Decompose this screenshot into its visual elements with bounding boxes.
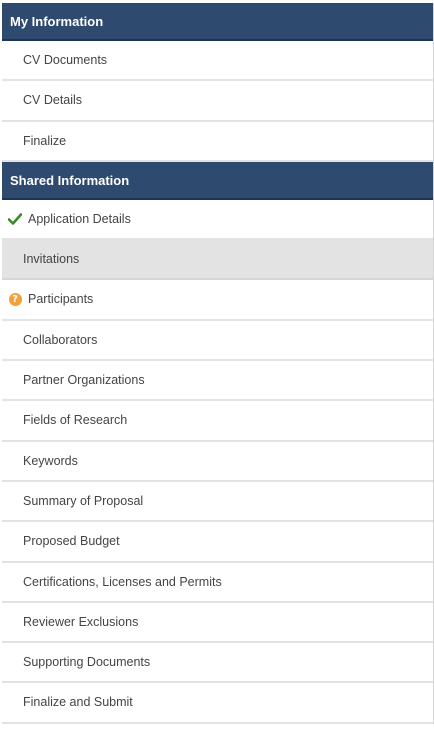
- nav-item-label: Reviewer Exclusions: [23, 614, 139, 629]
- nav-item-label: Keywords: [23, 453, 78, 468]
- nav-item-application-details[interactable]: Application Details: [2, 199, 433, 241]
- nav-item-cv-documents[interactable]: CV Documents: [2, 41, 433, 82]
- nav-item-keywords[interactable]: Keywords: [2, 441, 433, 482]
- nav-item-label: Supporting Documents: [23, 655, 151, 670]
- nav-item-label: Summary of Proposal: [23, 493, 144, 508]
- nav-item-finalize-and-submit[interactable]: Finalize and Submit: [2, 683, 433, 724]
- section-header-shared-information: Shared Information: [2, 161, 433, 200]
- nav-item-supporting-documents[interactable]: Supporting Documents: [2, 643, 433, 684]
- nav-item-label: Participants: [28, 292, 94, 307]
- nav-item-partner-organizations[interactable]: Partner Organizations: [2, 361, 433, 402]
- nav-item-reviewer-exclusions[interactable]: Reviewer Exclusions: [2, 602, 433, 644]
- nav-item-label: Invitations: [23, 252, 80, 267]
- check-icon: [7, 200, 23, 238]
- nav-item-proposed-budget[interactable]: Proposed Budget: [2, 522, 433, 563]
- nav-item-finalize[interactable]: Finalize: [2, 121, 433, 162]
- nav-item-label: Partner Organizations: [23, 373, 145, 388]
- nav-item-invitations[interactable]: Invitations: [2, 240, 433, 281]
- warning-icon: ?: [7, 280, 23, 318]
- nav-item-label: Finalize: [23, 133, 67, 148]
- nav-item-label: Fields of Research: [23, 413, 128, 428]
- nav-item-label: Certifications, Licenses and Permits: [23, 574, 222, 589]
- nav-item-label: CV Documents: [23, 53, 108, 67]
- nav-item-certifications[interactable]: Certifications, Licenses and Permits: [2, 562, 433, 603]
- warning-icon-glyph: ?: [8, 292, 22, 306]
- nav-item-label: Application Details: [28, 211, 131, 226]
- nav-item-participants[interactable]: ? Participants: [2, 280, 433, 321]
- nav-item-label: Collaborators: [23, 332, 98, 347]
- nav-item-collaborators[interactable]: Collaborators: [2, 320, 433, 362]
- nav-item-label: CV Details: [23, 93, 83, 108]
- nav-item-fields-of-research[interactable]: Fields of Research: [2, 401, 433, 442]
- side-navigation: My Information CV Documents CV Details F…: [2, 3, 434, 724]
- section-header-my-information: My Information: [2, 3, 433, 41]
- nav-item-cv-details[interactable]: CV Details: [2, 81, 433, 122]
- nav-item-summary-of-proposal[interactable]: Summary of Proposal: [2, 481, 433, 523]
- nav-item-label: Proposed Budget: [23, 534, 120, 549]
- nav-item-label: Finalize and Submit: [23, 695, 133, 710]
